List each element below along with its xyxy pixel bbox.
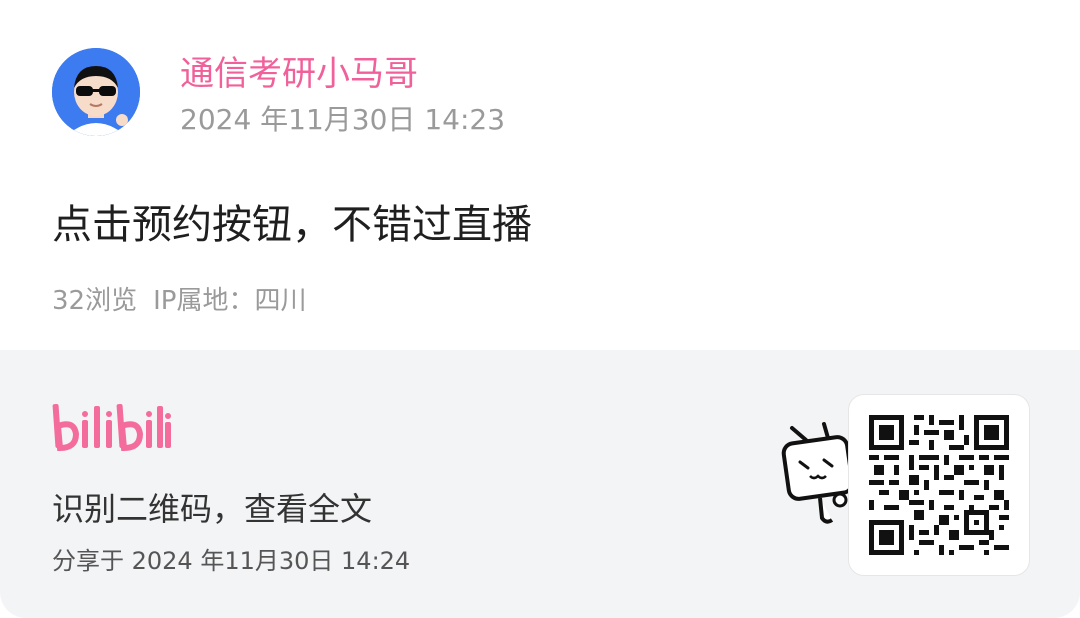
view-count: 32浏览 bbox=[52, 286, 138, 316]
qr-code-container[interactable] bbox=[848, 394, 1030, 576]
post-content: 点击预约按钮，不错过直播 bbox=[52, 202, 532, 248]
avatar[interactable] bbox=[52, 48, 140, 136]
qr-code-icon[interactable] bbox=[869, 415, 1009, 555]
post-stats: 32浏览 IP属地：四川 bbox=[52, 283, 322, 319]
share-footer: 识别二维码，查看全文 分享于 2024 年11月30日 14:24 bbox=[0, 350, 1080, 618]
share-card: 通信考研小马哥 2024 年11月30日 14:23 点击预约按钮，不错过直播 … bbox=[0, 0, 1080, 618]
bilibili-logo-icon bbox=[52, 402, 172, 462]
ip-location: IP属地：四川 bbox=[153, 286, 307, 316]
share-timestamp: 分享于 2024 年11月30日 14:24 bbox=[52, 547, 411, 575]
avatar-icon bbox=[52, 48, 140, 136]
scan-qr-prompt: 识别二维码，查看全文 bbox=[52, 490, 373, 528]
post-timestamp: 2024 年11月30日 14:23 bbox=[180, 103, 506, 136]
username[interactable]: 通信考研小马哥 bbox=[180, 52, 418, 96]
